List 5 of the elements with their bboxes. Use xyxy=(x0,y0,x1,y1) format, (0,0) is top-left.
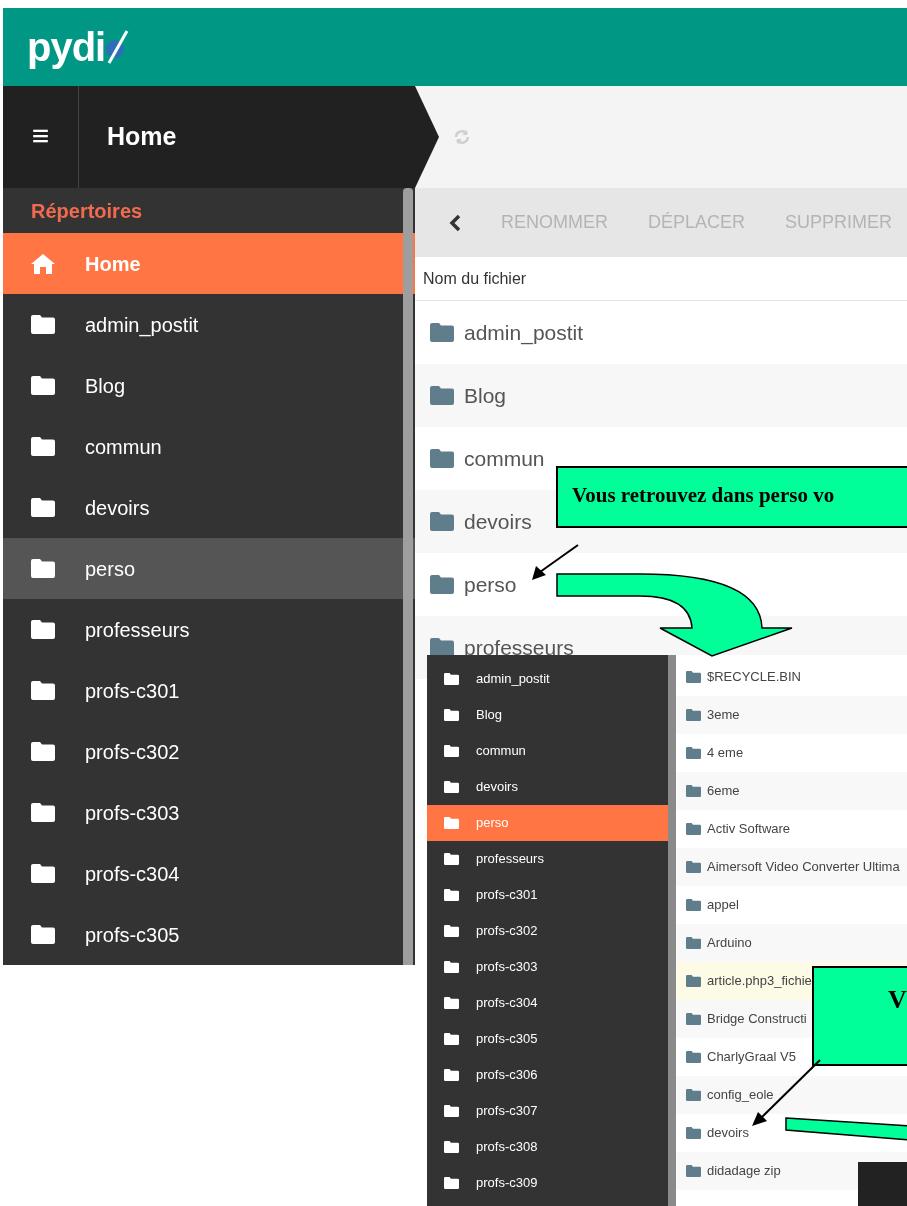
logo-text: pydi xyxy=(27,27,106,67)
sidebar-heading: Répertoires xyxy=(30,198,144,224)
breadcrumb-title: Home xyxy=(106,121,177,153)
callout-tooltip: V xyxy=(812,966,907,1066)
callout-tooltip: Vous retrouvez dans perso vo xyxy=(556,466,907,528)
